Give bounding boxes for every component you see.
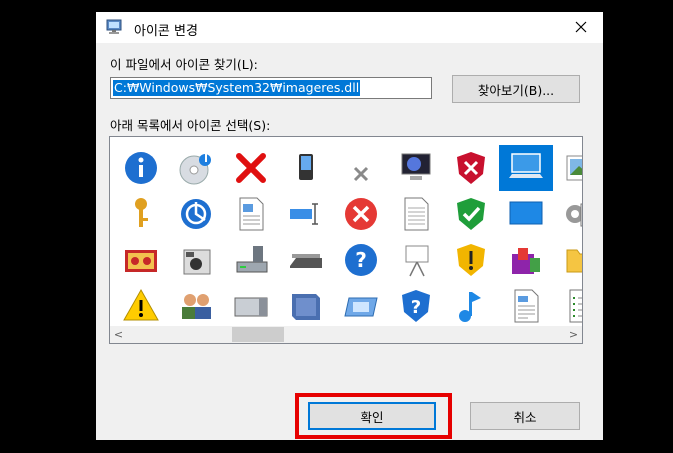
window-app-icon xyxy=(106,19,122,34)
close-button[interactable] xyxy=(567,14,595,40)
icon-cell[interactable] xyxy=(499,145,553,191)
help-circle-icon: ? xyxy=(345,244,377,276)
book-icon xyxy=(292,294,320,320)
icon-cell[interactable] xyxy=(279,191,333,237)
users-icon xyxy=(182,294,211,319)
projector-icon xyxy=(405,245,429,277)
close-icon xyxy=(575,21,587,33)
blank-document-icon xyxy=(404,197,429,231)
blue-monitor-icon xyxy=(509,201,543,225)
icon-cell[interactable] xyxy=(554,145,582,191)
horizontal-scrollbar[interactable]: < > xyxy=(110,326,582,343)
svg-text:?: ? xyxy=(355,248,367,272)
scroll-right-arrow[interactable]: > xyxy=(565,326,582,343)
icon-cell[interactable] xyxy=(444,283,498,329)
moon-monitor-icon xyxy=(401,153,431,180)
icon-cell[interactable]: ? xyxy=(334,237,388,283)
icon-cell[interactable] xyxy=(389,145,443,191)
small-gray-x-icon xyxy=(353,166,369,182)
icon-cell[interactable] xyxy=(444,191,498,237)
browse-button[interactable]: 찾아보기(B)... xyxy=(452,75,580,103)
document-image-icon xyxy=(239,197,264,231)
icon-cell[interactable] xyxy=(224,237,278,283)
icon-cell[interactable] xyxy=(444,237,498,283)
scroll-thumb[interactable] xyxy=(232,327,284,342)
icon-cell[interactable] xyxy=(224,283,278,329)
svg-text:?: ? xyxy=(411,297,421,318)
programs-icon xyxy=(512,248,540,274)
scroll-left-arrow[interactable]: < xyxy=(110,326,127,343)
icon-cell[interactable] xyxy=(554,237,582,283)
photo-album-icon xyxy=(125,250,157,272)
network-globe-icon xyxy=(181,199,211,229)
shield-x-icon xyxy=(457,152,485,184)
shield-warning-icon xyxy=(457,244,485,276)
icon-cell[interactable] xyxy=(334,283,388,329)
icon-cell[interactable] xyxy=(499,191,553,237)
warning-triangle-icon xyxy=(123,288,159,321)
icon-list[interactable]: ?? < > xyxy=(109,136,583,344)
gear-checklist-icon xyxy=(566,203,582,227)
icon-cell[interactable] xyxy=(279,283,333,329)
red-highlight-box xyxy=(295,393,452,439)
window-title: 아이콘 변경 xyxy=(134,24,198,39)
cd-music-icon xyxy=(179,154,211,185)
text-field-icon xyxy=(290,203,318,225)
icon-cell[interactable] xyxy=(169,237,223,283)
screen-frame-icon xyxy=(344,297,378,317)
path-input-value: C:₩Windows₩System32₩imageres.dll xyxy=(113,80,361,96)
shield-help-icon: ? xyxy=(402,290,430,322)
icon-cell[interactable] xyxy=(499,283,553,329)
camera-device-icon xyxy=(183,249,211,275)
icon-cell[interactable] xyxy=(389,237,443,283)
file-label: 이 파일에서 아이콘 찾기(L): xyxy=(110,57,258,72)
icon-cell[interactable] xyxy=(114,191,168,237)
icon-cell[interactable] xyxy=(279,237,333,283)
key-icon xyxy=(135,198,148,227)
icon-cell[interactable]: ? xyxy=(389,283,443,329)
change-icon-dialog: 아이콘 변경 이 파일에서 아이콘 찾기(L): C:₩Windows₩Syst… xyxy=(96,12,603,440)
drive-icon xyxy=(236,246,268,273)
icon-cell[interactable] xyxy=(114,237,168,283)
icon-cell[interactable] xyxy=(334,191,388,237)
server-icon xyxy=(234,297,268,317)
pda-device-icon xyxy=(299,154,313,180)
info-icon xyxy=(125,152,157,184)
icon-cell[interactable] xyxy=(499,237,553,283)
icon-cell[interactable] xyxy=(389,191,443,237)
icon-cell[interactable] xyxy=(169,145,223,191)
music-note-icon xyxy=(459,292,481,322)
icon-cell[interactable] xyxy=(279,145,333,191)
icon-list-label: 아래 목록에서 아이콘 선택(S): xyxy=(110,118,271,133)
picture-icon xyxy=(566,155,582,181)
icon-cell[interactable] xyxy=(224,191,278,237)
title-bar: 아이콘 변경 xyxy=(96,12,603,43)
error-circle-icon xyxy=(345,198,377,230)
laptop-screen-icon xyxy=(509,153,543,178)
shield-check-icon xyxy=(457,198,485,230)
icon-cell[interactable] xyxy=(554,191,582,237)
icon-cell[interactable] xyxy=(224,145,278,191)
icon-cell[interactable] xyxy=(169,191,223,237)
list-document-icon xyxy=(569,289,582,323)
folder-icon xyxy=(566,249,582,273)
icon-file-path-input[interactable]: C:₩Windows₩System32₩imageres.dll xyxy=(110,77,432,99)
scanner-icon xyxy=(290,254,322,268)
icon-cell[interactable] xyxy=(444,145,498,191)
icon-cell[interactable] xyxy=(169,283,223,329)
icon-cell[interactable] xyxy=(114,283,168,329)
document-text-icon xyxy=(514,289,539,323)
red-x-icon xyxy=(236,153,266,183)
icon-cell[interactable] xyxy=(554,283,582,329)
cancel-button[interactable]: 취소 xyxy=(470,402,580,430)
icon-cell[interactable] xyxy=(334,145,388,191)
icon-cell[interactable] xyxy=(114,145,168,191)
